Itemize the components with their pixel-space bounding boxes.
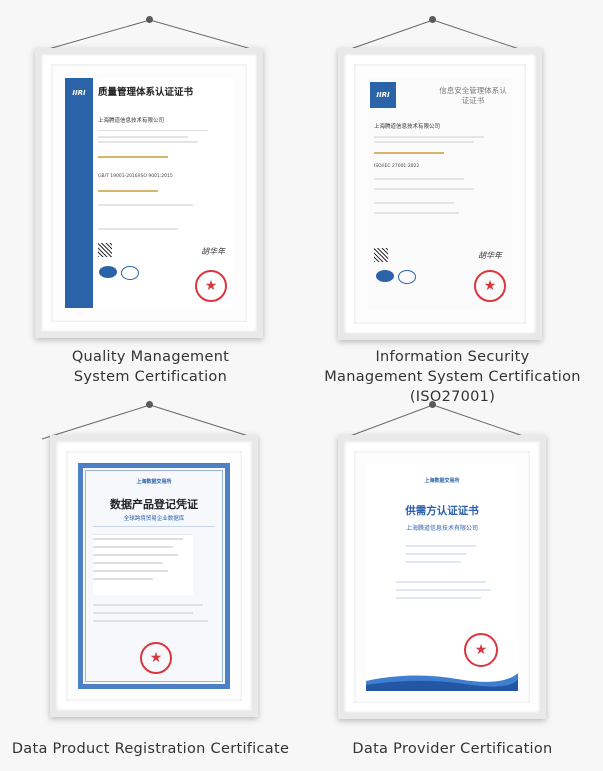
cert-standard: GB/T 19001-2016/ISO 9001:2015 — [98, 174, 173, 179]
data-product-certificate: 上海数据交易所 数据产品登记凭证 全球跨境贸易企业数据库 ★ — [78, 463, 230, 689]
nail-icon — [146, 401, 153, 408]
cert-subtitle: 全球跨境贸易企业数据库 — [123, 516, 185, 522]
nail-icon — [429, 401, 436, 408]
certificate-card-isms: IIRI 信息安全管理体系认证证书 上海腾道信息技术有限公司 ISO/IEC 2… — [302, 0, 603, 405]
certificate-card-data-product: 上海数据交易所 数据产品登记凭证 全球跨境贸易企业数据库 ★ Data Prod… — [0, 385, 301, 770]
signature: 胡华年 — [201, 247, 225, 256]
data-provider-certificate: 上海数据交易所 供需方认证证书 上海腾道信息技术有限公司 ★ — [366, 463, 518, 691]
cnas-logo-icon — [398, 270, 416, 284]
iaf-logo-icon — [99, 266, 117, 278]
red-seal-icon: ★ — [464, 633, 498, 667]
caption: Data Product Registration Certificate — [11, 741, 290, 757]
red-seal-icon: ★ — [195, 270, 227, 302]
iiri-logo: IIRI — [370, 82, 396, 108]
qr-code-icon — [374, 248, 388, 262]
issuer-name: 上海数据交易所 — [136, 479, 172, 485]
picture-frame: IIRI 质量管理体系认证证书 上海腾道信息技术有限公司 GB/T 19001-… — [35, 48, 263, 338]
red-seal-icon: ★ — [474, 270, 506, 302]
iaf-logo-icon — [376, 270, 394, 282]
picture-frame: IIRI 信息安全管理体系认证证书 上海腾道信息技术有限公司 ISO/IEC 2… — [338, 48, 542, 340]
cert-title: 数据产品登记凭证 — [110, 498, 198, 511]
cert-title: 供需方认证证书 — [405, 505, 479, 517]
picture-frame: 上海数据交易所 供需方认证证书 上海腾道信息技术有限公司 ★ — [338, 435, 546, 719]
nail-icon — [429, 16, 436, 23]
frame-mat: IIRI 信息安全管理体系认证证书 上海腾道信息技术有限公司 ISO/IEC 2… — [354, 64, 526, 324]
frame-mat: 上海数据交易所 供需方认证证书 上海腾道信息技术有限公司 ★ — [354, 451, 530, 703]
caption: Data Provider Certification — [352, 741, 553, 757]
issuer-name: 上海数据交易所 — [424, 478, 460, 484]
caption: Quality Management System Certification — [71, 349, 230, 385]
cert-title: 信息安全管理体系认证证书 — [439, 86, 507, 105]
certificate-card-data-provider: 上海数据交易所 供需方认证证书 上海腾道信息技术有限公司 ★ Data Prov… — [302, 385, 603, 770]
cert-title: 质量管理体系认证证书 — [98, 87, 194, 98]
cert-side-band — [65, 78, 93, 308]
cnas-logo-icon — [121, 266, 139, 280]
isms-certificate: IIRI 信息安全管理体系认证证书 上海腾道信息技术有限公司 ISO/IEC 2… — [368, 78, 512, 310]
iiri-logo: IIRI — [72, 89, 86, 97]
blue-wave-decoration — [366, 673, 518, 691]
cert-company: 上海腾道信息技术有限公司 — [374, 124, 441, 130]
frame-mat: IIRI 质量管理体系认证证书 上海腾道信息技术有限公司 GB/T 19001-… — [51, 64, 247, 322]
cert-company: 上海腾道信息技术有限公司 — [98, 118, 165, 124]
nail-icon — [146, 16, 153, 23]
frame-mat: 上海数据交易所 数据产品登记凭证 全球跨境贸易企业数据库 ★ — [66, 451, 242, 701]
signature: 胡华年 — [478, 251, 502, 260]
red-seal-icon: ★ — [140, 642, 172, 674]
certificate-card-quality: IIRI 质量管理体系认证证书 上海腾道信息技术有限公司 GB/T 19001-… — [0, 0, 301, 385]
cert-company: 上海腾道信息技术有限公司 — [405, 525, 478, 532]
cert-standard: ISO/IEC 27001:2022 — [374, 164, 420, 169]
qr-code-icon — [98, 243, 112, 257]
picture-frame: 上海数据交易所 数据产品登记凭证 全球跨境贸易企业数据库 ★ — [50, 435, 258, 717]
quality-certificate: IIRI 质量管理体系认证证书 上海腾道信息技术有限公司 GB/T 19001-… — [65, 78, 233, 308]
